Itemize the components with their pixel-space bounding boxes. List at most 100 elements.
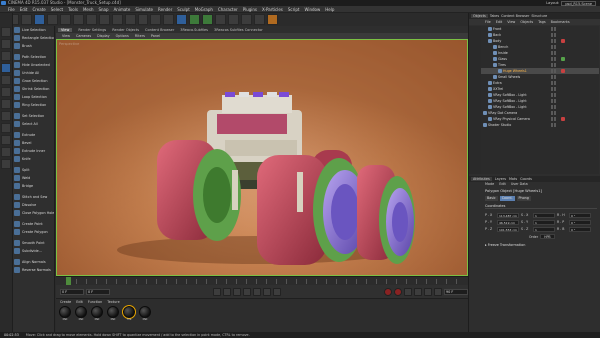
- command-extrude[interactable]: Extrude: [13, 131, 54, 139]
- command-weld[interactable]: Weld: [13, 174, 54, 182]
- array-icon[interactable]: [202, 14, 214, 25]
- layout-select[interactable]: psd_R15.Scene: [561, 0, 596, 6]
- command-bevel[interactable]: Bevel: [13, 139, 54, 147]
- menu-item-mograph[interactable]: MoGraph: [195, 7, 213, 12]
- menu-item-animate[interactable]: Animate: [114, 7, 131, 12]
- menu-item-render[interactable]: Render: [158, 7, 172, 12]
- material-menu-item[interactable]: Texture: [107, 300, 119, 304]
- menu-item-snap[interactable]: Snap: [98, 7, 108, 12]
- camera-icon[interactable]: [254, 14, 266, 25]
- command-brush[interactable]: Brush: [13, 42, 54, 50]
- command-loop-selection[interactable]: Loop Selection: [13, 93, 54, 101]
- viewport-tab[interactable]: Render Settings: [78, 28, 106, 32]
- tweak-mode-icon[interactable]: [1, 111, 11, 121]
- visibility-toggles[interactable]: [551, 39, 556, 43]
- visibility-toggles[interactable]: [551, 27, 556, 31]
- workplane-icon[interactable]: [1, 51, 11, 61]
- coordinate-value-field[interactable]: 0 °: [569, 212, 591, 218]
- rotation-key-icon[interactable]: [434, 287, 442, 296]
- coordinate-value-field[interactable]: 1: [533, 226, 555, 232]
- freeze-transformation-toggle[interactable]: ▸ Freeze Transformation: [485, 243, 525, 247]
- model-mode-icon[interactable]: [1, 27, 11, 37]
- record-icon[interactable]: [384, 287, 392, 296]
- timeline-ruler[interactable]: [56, 276, 468, 286]
- command-create-point[interactable]: Create Point: [13, 220, 54, 228]
- attribute-menu-item[interactable]: Edit: [499, 182, 506, 186]
- menu-item-select[interactable]: Select: [51, 7, 63, 12]
- visibility-toggles[interactable]: [551, 63, 556, 67]
- start-frame-field[interactable]: 0 F: [60, 288, 84, 295]
- material-swatch[interactable]: Mat: [106, 306, 120, 322]
- order-dropdown[interactable]: HPB: [540, 234, 555, 239]
- menu-item-edit[interactable]: Edit: [20, 7, 28, 12]
- command-ring-selection[interactable]: Ring Selection: [13, 101, 54, 109]
- command-shrink-selection[interactable]: Shrink Selection: [13, 85, 54, 93]
- material-swatch[interactable]: Mat: [90, 306, 104, 322]
- material-menu-item[interactable]: Function: [88, 300, 102, 304]
- menu-item-mesh[interactable]: Mesh: [83, 7, 94, 12]
- command-extrude-inner[interactable]: Extrude Inner: [13, 147, 54, 155]
- keyframe-selection-icon[interactable]: [404, 287, 412, 296]
- command-unhide-all[interactable]: Unhide All: [13, 69, 54, 77]
- attribute-tab[interactable]: Layers: [495, 177, 506, 181]
- play-icon[interactable]: [243, 287, 251, 296]
- solo-icon[interactable]: [1, 135, 11, 145]
- visibility-toggles[interactable]: [551, 75, 556, 79]
- floor-icon[interactable]: [241, 14, 253, 25]
- command-knife[interactable]: Knife: [13, 155, 54, 163]
- visibility-toggles[interactable]: [551, 117, 556, 121]
- viewport-tab[interactable]: 3Reacos Subfiles Connector: [214, 28, 263, 32]
- light-icon[interactable]: [267, 14, 279, 25]
- viewport-tab[interactable]: View: [58, 27, 73, 32]
- command-rectangle-selection[interactable]: Rectangle Selection: [13, 34, 54, 42]
- current-frame-field[interactable]: 0 F: [86, 288, 110, 295]
- next-key-icon[interactable]: [263, 287, 271, 296]
- menu-item-sculpt[interactable]: Sculpt: [177, 7, 190, 12]
- coordinate-value-field[interactable]: 1: [533, 219, 555, 225]
- object-manager-tab[interactable]: Takes: [490, 14, 499, 18]
- end-frame-field[interactable]: 90 F: [444, 288, 468, 295]
- position-key-icon[interactable]: [414, 287, 422, 296]
- attribute-tab[interactable]: Mats: [509, 177, 517, 181]
- scale-key-icon[interactable]: [424, 287, 432, 296]
- material-menu-item[interactable]: Edit: [76, 300, 83, 304]
- menu-item-x-particles[interactable]: X-Particles: [262, 7, 283, 12]
- object-manager-menu-item[interactable]: Bookmarks: [551, 20, 570, 24]
- command-hide-unselected[interactable]: Hide Unselected: [13, 61, 54, 69]
- visibility-toggles[interactable]: [551, 33, 556, 37]
- move-icon[interactable]: [46, 14, 58, 25]
- object-manager-menu-item[interactable]: Edit: [496, 20, 503, 24]
- go-to-start-icon[interactable]: [213, 287, 221, 296]
- visibility-toggles[interactable]: [551, 105, 556, 109]
- menu-item-create[interactable]: Create: [32, 7, 45, 12]
- sculpt-icon[interactable]: [1, 159, 11, 169]
- command-live-selection[interactable]: Live Selection: [13, 26, 54, 34]
- object-tag-icon[interactable]: [561, 69, 565, 73]
- attribute-menu-item[interactable]: Mode: [485, 182, 494, 186]
- menu-item-help[interactable]: Help: [325, 7, 334, 12]
- lock-workplane-icon[interactable]: [1, 147, 11, 157]
- previous-key-icon[interactable]: [223, 287, 231, 296]
- y-axis-icon[interactable]: [98, 14, 110, 25]
- menu-item-plugins[interactable]: Plugins: [243, 7, 257, 12]
- previous-frame-icon[interactable]: [233, 287, 241, 296]
- command-smooth-point[interactable]: Smooth Point: [13, 239, 54, 247]
- viewport-menu-item[interactable]: Cameras: [76, 34, 91, 38]
- coordinate-value-field[interactable]: 0 °: [569, 219, 591, 225]
- viewport-tab[interactable]: Content Browser: [145, 28, 174, 32]
- object-manager-menu-item[interactable]: Tags: [538, 20, 546, 24]
- viewport-menu-item[interactable]: View: [62, 34, 70, 38]
- object-manager-tab[interactable]: Content Browser: [501, 14, 529, 18]
- object-row[interactable]: Shader Studio: [481, 122, 599, 128]
- object-manager-menu-item[interactable]: Objects: [520, 20, 533, 24]
- visibility-toggles[interactable]: [551, 69, 556, 73]
- polygons-mode-icon[interactable]: [1, 87, 11, 97]
- command-subdivide[interactable]: Subdivide...: [13, 247, 54, 255]
- menu-item-character[interactable]: Character: [218, 7, 238, 12]
- menu-item-simulate[interactable]: Simulate: [135, 7, 153, 12]
- visibility-toggles[interactable]: [551, 93, 556, 97]
- attribute-group-button[interactable]: Basic: [485, 196, 498, 201]
- next-frame-icon[interactable]: [253, 287, 261, 296]
- viewport-menu-item[interactable]: Display: [97, 34, 110, 38]
- visibility-toggles[interactable]: [551, 87, 556, 91]
